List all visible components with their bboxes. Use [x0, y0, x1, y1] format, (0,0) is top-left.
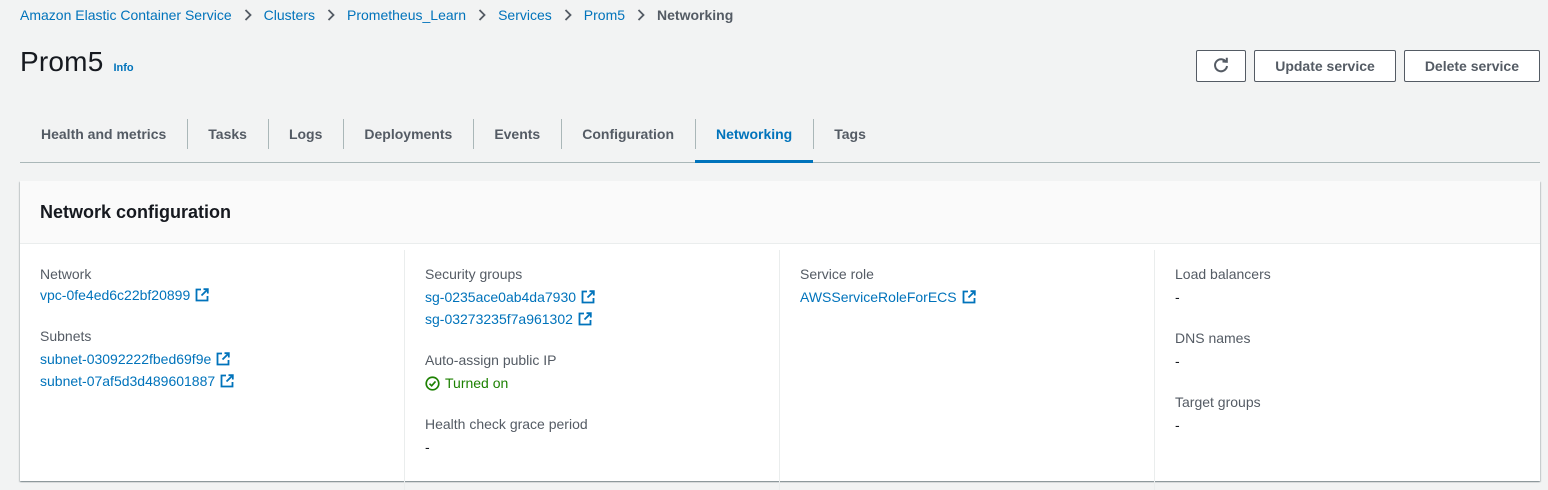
update-service-button[interactable]: Update service — [1254, 50, 1396, 82]
column-security: Security groups sg-0235ace0ab4da7930 sg-… — [404, 250, 779, 490]
security-groups-label: Security groups — [425, 266, 523, 282]
column-load-balancing: Load balancers - DNS names - Target grou… — [1154, 250, 1540, 490]
load-balancers-label: Load balancers — [1175, 266, 1271, 282]
breadcrumb-services[interactable]: Services — [498, 7, 552, 23]
delete-service-button[interactable]: Delete service — [1403, 50, 1540, 82]
info-link[interactable]: Info — [113, 62, 133, 74]
panel-header: Network configuration — [20, 181, 1540, 244]
tab-tags[interactable]: Tags — [813, 106, 887, 162]
page-header: Prom5 Info — [20, 46, 134, 78]
target-groups-value: - — [1175, 417, 1180, 433]
subnet-link-text: subnet-07af5d3d489601887 — [40, 373, 216, 389]
header-actions: Update service Delete service — [1196, 50, 1540, 82]
grace-period-value: - — [425, 439, 430, 455]
network-field: Network vpc-0fe4ed6c22bf20899 — [40, 264, 404, 306]
column-network: Network vpc-0fe4ed6c22bf20899 Subnets su… — [20, 250, 404, 490]
chevron-right-icon — [327, 9, 335, 21]
chevron-right-icon — [244, 9, 252, 21]
column-service-role: Service role AWSServiceRoleForECS — [779, 250, 1154, 490]
service-role-label: Service role — [800, 266, 874, 282]
grace-period-field: Health check grace period - — [425, 414, 779, 458]
service-role-field: Service role AWSServiceRoleForECS — [800, 264, 1154, 308]
security-group-link[interactable]: sg-03273235f7a961302 — [425, 308, 779, 330]
dns-names-label: DNS names — [1175, 330, 1251, 346]
subnets-field: Subnets subnet-03092222fbed69f9e subnet-… — [40, 326, 404, 392]
dns-names-value: - — [1175, 353, 1180, 369]
tab-bar: Health and metrics Tasks Logs Deployment… — [20, 106, 1540, 163]
grace-period-label: Health check grace period — [425, 416, 588, 432]
tab-configuration[interactable]: Configuration — [561, 106, 695, 162]
network-label: Network — [40, 266, 92, 282]
tab-events[interactable]: Events — [473, 106, 561, 162]
security-groups-field: Security groups sg-0235ace0ab4da7930 sg-… — [425, 264, 779, 330]
security-group-link[interactable]: sg-0235ace0ab4da7930 — [425, 286, 779, 308]
load-balancers-value: - — [1175, 289, 1180, 305]
subnets-label: Subnets — [40, 328, 92, 344]
auto-assign-field: Auto-assign public IP Turned on — [425, 350, 779, 394]
external-link-icon — [220, 374, 234, 388]
auto-assign-label: Auto-assign public IP — [425, 352, 557, 368]
external-link-icon — [962, 290, 976, 304]
tab-tasks[interactable]: Tasks — [187, 106, 268, 162]
external-link-icon — [578, 312, 592, 326]
network-configuration-panel: Network configuration Network vpc-0fe4ed… — [20, 181, 1540, 490]
status-success-icon — [425, 375, 440, 391]
panel-columns: Network vpc-0fe4ed6c22bf20899 Subnets su… — [20, 244, 1540, 490]
breadcrumb-clusters[interactable]: Clusters — [264, 7, 315, 23]
panel-title: Network configuration — [40, 201, 232, 222]
external-link-icon — [581, 290, 595, 304]
chevron-right-icon — [564, 9, 572, 21]
external-link-icon — [216, 352, 230, 366]
auto-assign-value: Turned on — [445, 375, 509, 391]
vpc-link[interactable]: vpc-0fe4ed6c22bf20899 — [40, 284, 404, 306]
page-title: Prom5 — [20, 46, 104, 77]
service-role-link[interactable]: AWSServiceRoleForECS — [800, 286, 1154, 308]
tab-health-and-metrics[interactable]: Health and metrics — [20, 106, 187, 162]
chevron-right-icon — [478, 9, 486, 21]
breadcrumb-ecs[interactable]: Amazon Elastic Container Service — [20, 7, 232, 23]
external-link-icon — [195, 288, 209, 302]
security-group-link-text: sg-03273235f7a961302 — [425, 311, 573, 327]
service-role-link-text: AWSServiceRoleForECS — [800, 289, 957, 305]
load-balancers-field: Load balancers - — [1175, 264, 1540, 308]
subnet-link[interactable]: subnet-07af5d3d489601887 — [40, 370, 404, 392]
breadcrumb-current: Networking — [657, 7, 734, 23]
tab-deployments[interactable]: Deployments — [343, 106, 473, 162]
breadcrumb: Amazon Elastic Container Service Cluster… — [20, 5, 733, 25]
breadcrumb-cluster[interactable]: Prometheus_Learn — [347, 7, 466, 23]
refresh-icon — [1212, 57, 1230, 75]
chevron-right-icon — [637, 9, 645, 21]
security-group-link-text: sg-0235ace0ab4da7930 — [425, 289, 577, 305]
subnet-link[interactable]: subnet-03092222fbed69f9e — [40, 348, 404, 370]
dns-names-field: DNS names - — [1175, 328, 1540, 372]
breadcrumb-service[interactable]: Prom5 — [584, 7, 625, 23]
tab-networking[interactable]: Networking — [695, 106, 814, 163]
subnet-link-text: subnet-03092222fbed69f9e — [40, 351, 212, 367]
auto-assign-status: Turned on — [425, 372, 779, 394]
target-groups-label: Target groups — [1175, 394, 1261, 410]
target-groups-field: Target groups - — [1175, 392, 1540, 436]
refresh-button[interactable] — [1196, 50, 1247, 82]
tab-logs[interactable]: Logs — [267, 106, 343, 162]
vpc-link-text: vpc-0fe4ed6c22bf20899 — [40, 287, 191, 303]
